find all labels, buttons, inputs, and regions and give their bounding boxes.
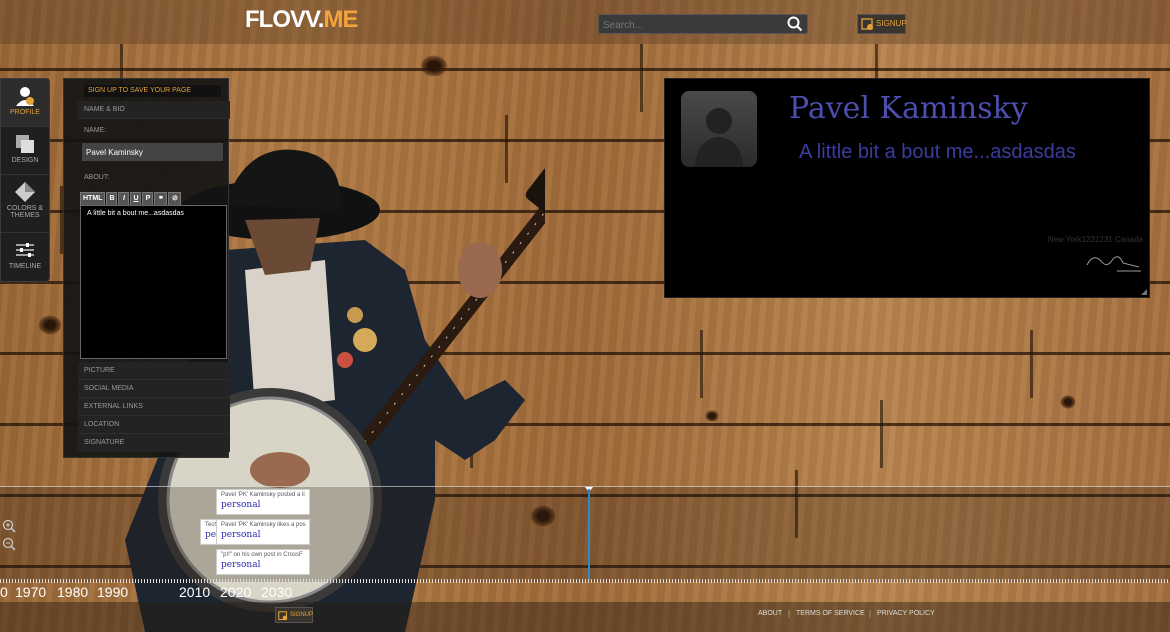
tool-label: COLORS & THEMES (6, 205, 44, 219)
about-textarea[interactable]: A little bit a bout me...asdasdas (80, 205, 227, 359)
avatar[interactable] (681, 91, 757, 167)
section-location[interactable]: LOCATION (78, 416, 230, 434)
timeline-year: 1970 (15, 584, 47, 600)
search-input[interactable] (599, 16, 779, 35)
footer-link-terms[interactable]: TERMS OF SERVICE (796, 610, 865, 617)
timeline-year: 1990 (97, 584, 129, 600)
logo[interactable]: FLOVV.ME (245, 6, 358, 34)
editor-toolbar: PROFILE DESIGN COLORS & THEMES TIMELINE (0, 78, 50, 282)
name-input[interactable] (82, 143, 223, 161)
footer-link-about[interactable]: ABOUT (758, 610, 782, 617)
footer-link-privacy[interactable]: PRIVACY POLICY (877, 610, 935, 617)
user-icon (16, 87, 34, 106)
tool-timeline[interactable]: TIMELINE (1, 233, 49, 281)
rte-unlink-button[interactable]: ⊘ (168, 192, 182, 206)
search-box (598, 14, 808, 35)
name-label: NAME: (84, 127, 107, 134)
footer-signup-button[interactable]: SIGNUP (275, 607, 313, 623)
section-external-links[interactable]: EXTERNAL LINKS (78, 398, 230, 416)
rte-paragraph-button[interactable]: P (142, 192, 154, 206)
signup-icon (278, 611, 288, 621)
signup-label: SIGNUP (876, 19, 907, 28)
timeline-year: 1980 (57, 584, 89, 600)
tool-label: TIMELINE (8, 263, 42, 270)
about-label: ABOUT: (84, 174, 110, 181)
footer: SIGNUP ABOUT | TERMS OF SERVICE | PRIVAC… (0, 602, 1170, 632)
rich-text-toolbar: HTML B I U P ⚭ ⊘ (80, 187, 182, 206)
timeline-card[interactable]: Pavel 'PK' Kaminsky likes a pos personal (216, 519, 310, 545)
signup-icon (861, 18, 873, 30)
tool-label: PROFILE (10, 109, 40, 116)
footer-separator: | (788, 609, 791, 618)
layers-icon (16, 135, 34, 153)
tool-label: DESIGN (11, 157, 39, 164)
tool-design[interactable]: DESIGN (1, 127, 49, 175)
profile-editor-panel: SIGN UP TO SAVE YOUR PAGE NAME & BIO NAM… (63, 78, 230, 458)
profile-bio: A little bit a bout me...asdasdas (799, 141, 1076, 163)
timeline-card-tag: personal (221, 560, 261, 570)
footer-signup-label: SIGNUP (290, 612, 314, 618)
profile-location: New York1231231 Canada (1047, 235, 1143, 244)
diamond-icon (15, 182, 35, 202)
signup-button[interactable]: SIGNUP (857, 14, 907, 34)
avatar-placeholder-icon (695, 108, 743, 167)
timeline-year: 2020 (220, 584, 252, 600)
timeline-card-tag: personal (221, 530, 261, 540)
profile-name: Pavel Kaminsky (789, 91, 1028, 126)
section-social-media[interactable]: SOCIAL MEDIA (78, 380, 230, 398)
timeline-card-header: Pavel 'PK' Kaminsky posted a li (221, 492, 305, 498)
timeline-year: 2030 (261, 584, 293, 600)
timeline-current-line[interactable] (588, 489, 590, 581)
tool-colors-themes[interactable]: COLORS & THEMES (1, 175, 49, 233)
zoom-out-icon[interactable] (2, 537, 16, 551)
resize-handle-icon[interactable] (1141, 289, 1147, 295)
section-name-bio[interactable]: NAME & BIO (78, 101, 230, 119)
timeline-year: 2010 (179, 584, 211, 600)
rte-html-button[interactable]: HTML (80, 192, 106, 206)
rte-bold-button[interactable]: B (106, 192, 118, 206)
timeline-card-header: Pavel 'PK' Kaminsky likes a pos (221, 522, 306, 528)
zoom-in-icon[interactable] (2, 519, 16, 533)
section-picture[interactable]: PICTURE (78, 362, 230, 380)
signup-save-note[interactable]: SIGN UP TO SAVE YOUR PAGE (84, 85, 221, 97)
timeline-card[interactable]: Pavel 'PK' Kaminsky posted a li personal (216, 489, 310, 515)
rte-underline-button[interactable]: U (130, 192, 142, 206)
timeline-axis[interactable] (0, 579, 1170, 583)
rte-link-button[interactable]: ⚭ (154, 192, 168, 206)
footer-separator: | (869, 609, 872, 618)
rte-italic-button[interactable]: I (118, 192, 130, 206)
signature-image (1086, 256, 1141, 272)
tool-profile[interactable]: PROFILE (1, 79, 49, 127)
timeline: Tech pers Pavel 'PK' Kaminsky posted a l… (0, 486, 1170, 583)
search-icon[interactable] (787, 16, 803, 32)
profile-card: Pavel Kaminsky A little bit a bout me...… (664, 78, 1150, 298)
top-bar (0, 0, 1170, 44)
timeline-card-header: "p!!" on his own post in CrossF (221, 552, 303, 558)
section-signature[interactable]: SIGNATURE (78, 434, 230, 452)
sliders-icon (16, 243, 34, 257)
timeline-year: 0 (0, 584, 8, 600)
logo-text: FLOVV. (245, 6, 324, 33)
timeline-card[interactable]: "p!!" on his own post in CrossF personal (216, 549, 310, 575)
timeline-card-tag: personal (221, 500, 261, 510)
logo-text-accent: ME (323, 6, 358, 33)
